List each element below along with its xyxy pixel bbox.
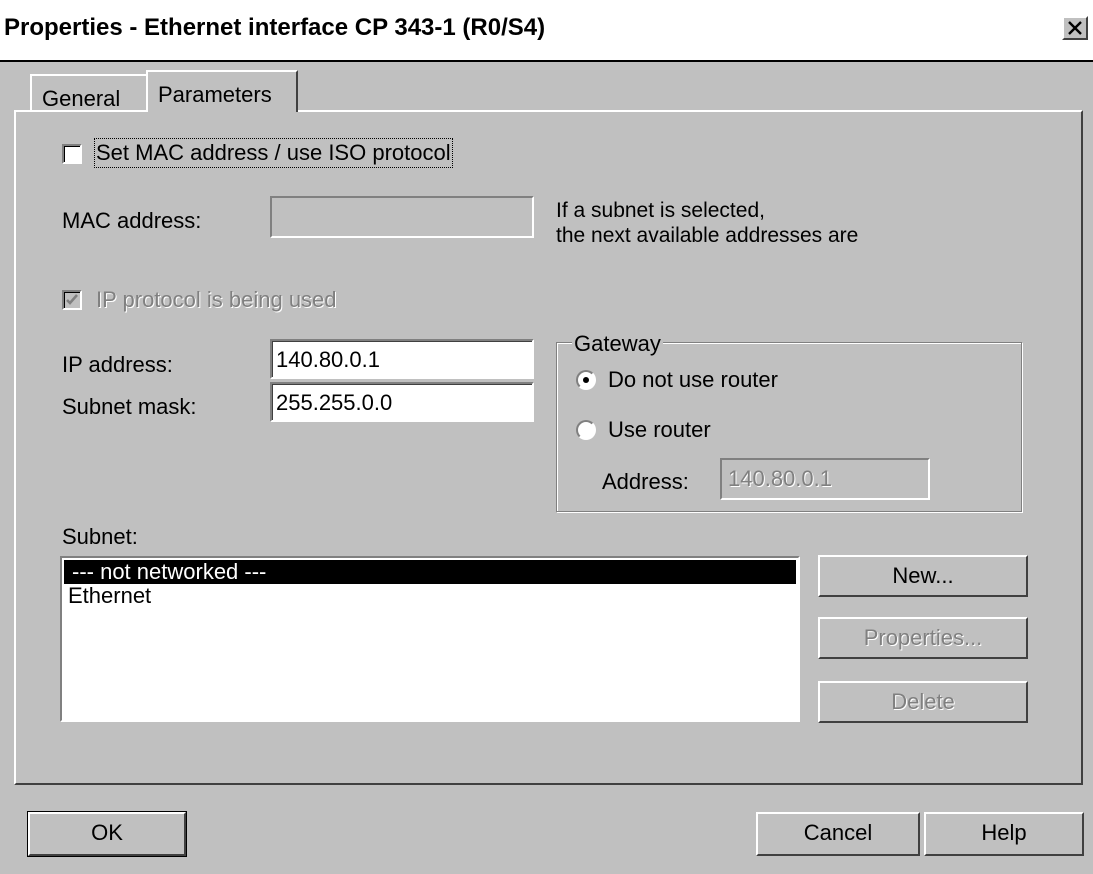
gateway-legend: Gateway: [572, 331, 663, 357]
delete-subnet-button[interactable]: Delete: [818, 681, 1028, 723]
mac-address-label: MAC address:: [62, 208, 202, 233]
use-router-radio[interactable]: [576, 420, 596, 440]
mac-hint-line1: If a subnet is selected,: [556, 199, 765, 222]
new-subnet-button-label: New...: [892, 563, 954, 588]
tab-parameters[interactable]: Parameters: [146, 70, 298, 112]
tab-general-label: General: [42, 86, 121, 111]
list-item[interactable]: --- not networked ---: [64, 560, 796, 584]
ip-address-value: 140.80.0.1: [276, 347, 380, 372]
help-button[interactable]: Help: [924, 812, 1084, 856]
subnet-label: Subnet:: [62, 524, 138, 549]
do-not-use-router-radio[interactable]: [576, 370, 596, 390]
window-title: Properties - Ethernet interface CP 343-1…: [4, 14, 546, 41]
title-bar: Properties - Ethernet interface CP 343-1…: [0, 0, 1093, 62]
list-item[interactable]: Ethernet: [64, 584, 796, 608]
tab-general[interactable]: General: [30, 74, 148, 112]
cancel-button-label: Cancel: [803, 820, 873, 845]
ok-button[interactable]: OK: [27, 811, 187, 857]
close-button[interactable]: [1062, 16, 1088, 40]
router-address-label: Address:: [602, 469, 689, 494]
ip-address-label: IP address:: [62, 352, 173, 377]
subnet-properties-button-label: Properties...: [863, 625, 983, 650]
mac-address-field[interactable]: [270, 196, 534, 238]
ip-address-field[interactable]: 140.80.0.1: [270, 339, 534, 379]
ip-protocol-checkbox[interactable]: [62, 290, 82, 310]
subnet-mask-field[interactable]: 255.255.0.0: [270, 382, 534, 422]
list-item-label: Ethernet: [68, 583, 152, 608]
subnet-mask-value: 255.255.0.0: [276, 390, 393, 415]
ip-protocol-label: IP protocol is being used: [96, 287, 337, 312]
checkmark-icon: [66, 294, 78, 305]
router-address-value: 140.80.0.1: [728, 466, 832, 491]
tab-parameters-label: Parameters: [158, 82, 272, 107]
use-router-label[interactable]: Use router: [608, 417, 711, 443]
delete-subnet-button-label: Delete: [891, 689, 955, 714]
mac-hint-line2: the next available addresses are: [556, 224, 859, 247]
iso-checkbox-label[interactable]: Set MAC address / use ISO protocol: [94, 138, 453, 168]
ok-button-label: OK: [91, 820, 123, 845]
active-tab-join: [148, 109, 296, 113]
iso-checkbox[interactable]: [62, 144, 82, 164]
help-button-label: Help: [981, 820, 1027, 845]
list-item-label: --- not networked ---: [72, 559, 267, 584]
subnet-mask-label: Subnet mask:: [62, 394, 197, 419]
cancel-button[interactable]: Cancel: [756, 812, 920, 856]
close-icon: [1068, 21, 1082, 35]
subnet-properties-button[interactable]: Properties...: [818, 617, 1028, 659]
router-address-field[interactable]: 140.80.0.1: [720, 458, 930, 500]
subnet-list[interactable]: --- not networked --- Ethernet: [60, 556, 800, 722]
do-not-use-router-label[interactable]: Do not use router: [608, 367, 778, 393]
new-subnet-button[interactable]: New...: [818, 555, 1028, 597]
